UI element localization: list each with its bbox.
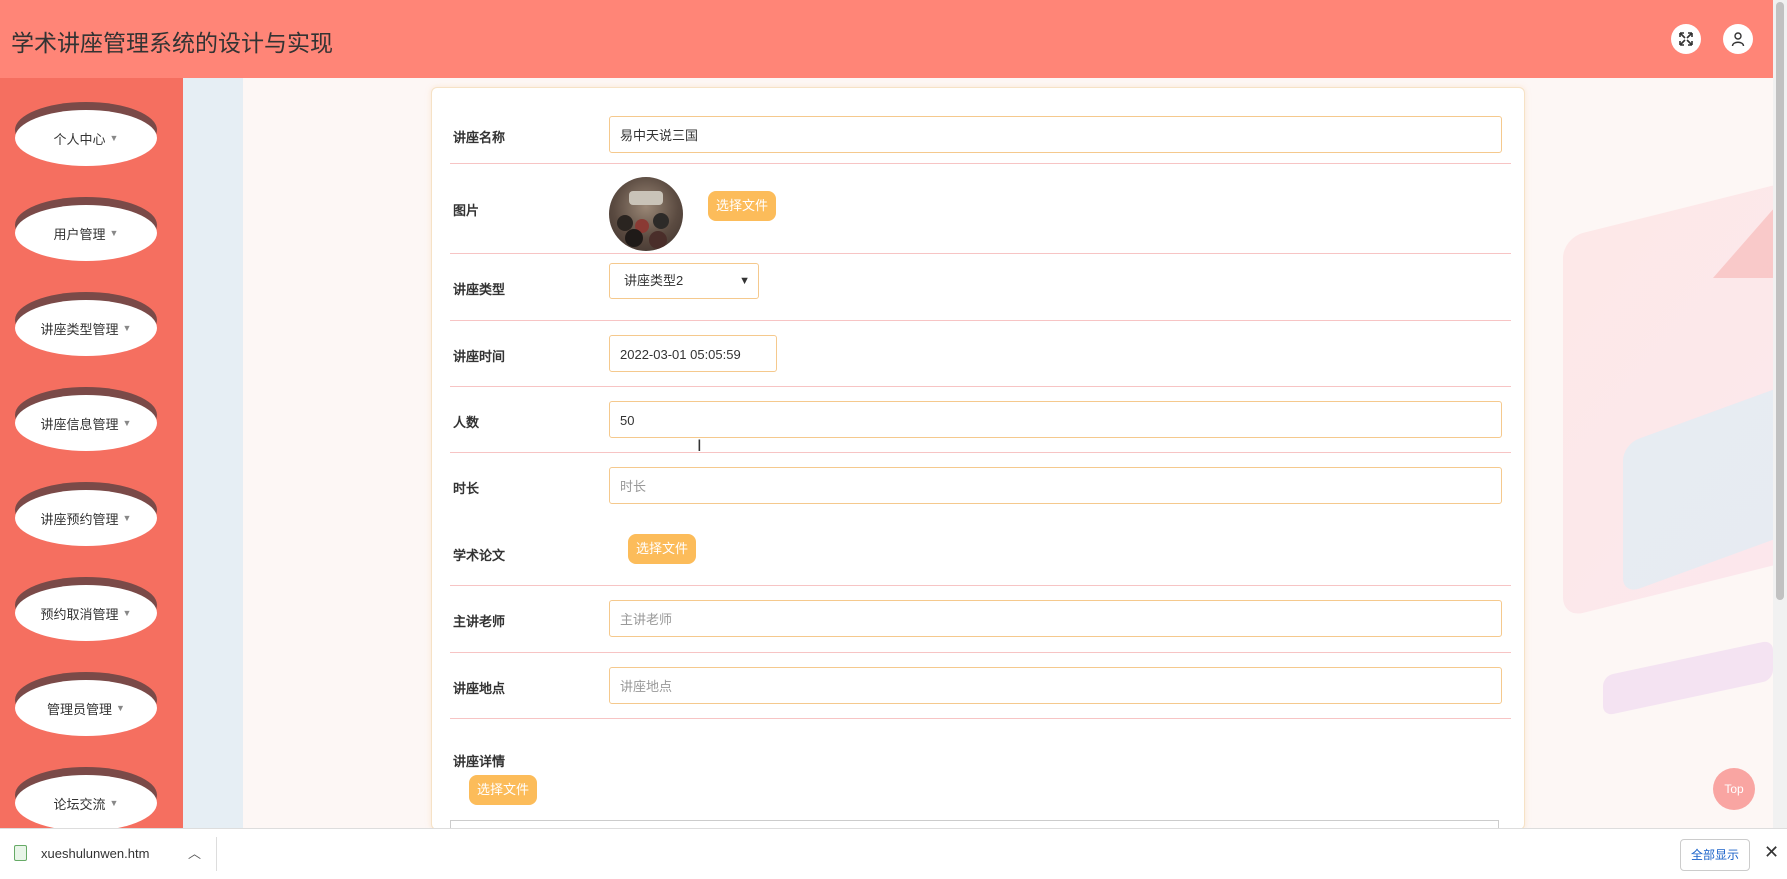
sidebar-item-label: 论坛交流 bbox=[53, 796, 106, 812]
sidebar-item-label: 讲座类型管理 bbox=[40, 321, 119, 337]
caret-down-icon: ▼ bbox=[109, 228, 119, 238]
form-row-detail: 讲座详情 选择文件 bbox=[450, 718, 1511, 829]
fullscreen-button[interactable] bbox=[1671, 24, 1701, 54]
field-label: 讲座类型 bbox=[453, 282, 506, 297]
sidebar-item-label: 讲座预约管理 bbox=[40, 511, 119, 527]
scrollbar-thumb[interactable] bbox=[1776, 2, 1784, 600]
sidebar-item-lecture-type-management[interactable]: 讲座类型管理 ▼ bbox=[15, 292, 157, 358]
divider bbox=[216, 837, 217, 871]
user-icon bbox=[1731, 32, 1745, 47]
form-row-paper: 学术论文 选择文件 bbox=[450, 519, 1511, 586]
form-row-teacher: 主讲老师 主讲老师 bbox=[450, 585, 1511, 653]
back-to-top-button[interactable]: Top bbox=[1713, 768, 1755, 810]
page-scrollbar[interactable] bbox=[1773, 0, 1787, 828]
form-row-count: 人数 50 bbox=[450, 386, 1511, 453]
lecture-image-thumbnail bbox=[609, 177, 683, 251]
show-all-downloads-button[interactable]: 全部显示 bbox=[1680, 839, 1751, 871]
form-row-image: 图片 选择文件 bbox=[450, 163, 1511, 254]
file-icon bbox=[14, 845, 27, 861]
sidebar-item-label: 管理员管理 bbox=[47, 701, 113, 717]
detail-choose-file-button[interactable]: 选择文件 bbox=[469, 775, 538, 805]
field-label: 人数 bbox=[453, 415, 480, 430]
caret-down-icon: ▼ bbox=[109, 133, 119, 143]
sidebar-item-lecture-info-management[interactable]: 讲座信息管理 ▼ bbox=[15, 387, 157, 453]
image-choose-file-button[interactable]: 选择文件 bbox=[708, 191, 777, 221]
lecture-edit-form: 讲座名称 易中天说三国 图片 选择文件 讲座类型 讲座类型2 ▼ 讲座时间 20… bbox=[431, 87, 1525, 830]
field-label: 时长 bbox=[453, 481, 480, 496]
chevron-down-icon: ▼ bbox=[739, 275, 750, 287]
lecture-name-input[interactable]: 易中天说三国 bbox=[609, 116, 1502, 153]
form-row-duration: 时长 时长 bbox=[450, 452, 1511, 519]
lecture-type-selected-value: 讲座类型2 bbox=[624, 273, 684, 288]
sidebar-item-lecture-booking-management[interactable]: 讲座预约管理 ▼ bbox=[15, 482, 157, 548]
sidebar-item-label: 用户管理 bbox=[53, 226, 106, 242]
form-row-name: 讲座名称 易中天说三国 bbox=[450, 88, 1511, 164]
field-label: 讲座详情 bbox=[453, 754, 506, 769]
download-filename: xueshulunwen.htm bbox=[41, 845, 150, 861]
top-header: 学术讲座管理系统的设计与实现 bbox=[0, 0, 1773, 78]
place-input[interactable]: 讲座地点 bbox=[609, 667, 1502, 704]
download-bar: xueshulunwen.htm ︿ 全部显示 ✕ bbox=[0, 828, 1787, 879]
background-decoration bbox=[1713, 198, 1773, 278]
text-cursor-icon: Ⅰ bbox=[697, 438, 702, 455]
lecture-time-input[interactable]: 2022-03-01 05:05:59 bbox=[609, 335, 777, 372]
field-label: 讲座时间 bbox=[453, 349, 506, 364]
duration-input[interactable]: 时长 bbox=[609, 467, 1502, 504]
caret-down-icon: ▼ bbox=[109, 798, 119, 808]
sidebar-item-label: 个人中心 bbox=[53, 131, 106, 147]
lecture-type-select[interactable]: 讲座类型2 ▼ bbox=[609, 263, 759, 299]
teacher-input[interactable]: 主讲老师 bbox=[609, 600, 1502, 637]
download-item[interactable]: xueshulunwen.htm bbox=[14, 845, 149, 861]
field-label: 图片 bbox=[453, 203, 480, 218]
background-decoration bbox=[183, 78, 243, 828]
paper-choose-file-button[interactable]: 选择文件 bbox=[628, 534, 697, 564]
caret-down-icon: ▼ bbox=[122, 513, 132, 523]
sidebar-item-personal-center[interactable]: 个人中心 ▼ bbox=[15, 102, 157, 168]
sidebar-item-admin-management[interactable]: 管理员管理 ▼ bbox=[15, 672, 157, 738]
sidebar-item-booking-cancel-management[interactable]: 预约取消管理 ▼ bbox=[15, 577, 157, 643]
caret-down-icon: ▼ bbox=[122, 608, 132, 618]
chevron-up-icon[interactable]: ︿ bbox=[188, 843, 201, 862]
sidebar-item-forum[interactable]: 论坛交流 ▼ bbox=[15, 767, 157, 828]
form-row-time: 讲座时间 2022-03-01 05:05:59 bbox=[450, 320, 1511, 387]
sidebar-item-user-management[interactable]: 用户管理 ▼ bbox=[15, 197, 157, 263]
sidebar: 个人中心 ▼ 用户管理 ▼ 讲座类型管理 ▼ 讲座信息管理 ▼ 讲座预约管理 ▼ 预约取消… bbox=[0, 78, 183, 828]
field-label: 学术论文 bbox=[453, 548, 506, 563]
field-label: 主讲老师 bbox=[453, 614, 506, 629]
caret-down-icon: ▼ bbox=[122, 418, 132, 428]
field-label: 讲座名称 bbox=[453, 130, 506, 145]
user-button[interactable] bbox=[1723, 24, 1753, 54]
attendee-count-input[interactable]: 50 bbox=[609, 401, 1502, 438]
app-title: 学术讲座管理系统的设计与实现 bbox=[11, 30, 333, 56]
sidebar-item-label: 预约取消管理 bbox=[40, 606, 119, 622]
form-row-type: 讲座类型 讲座类型2 ▼ bbox=[450, 253, 1511, 321]
fullscreen-icon bbox=[1679, 32, 1693, 46]
caret-down-icon: ▼ bbox=[116, 703, 125, 713]
field-label: 讲座地点 bbox=[453, 681, 506, 696]
background-decoration bbox=[1603, 639, 1773, 717]
close-icon[interactable]: ✕ bbox=[1764, 842, 1779, 863]
caret-down-icon: ▼ bbox=[122, 323, 132, 333]
sidebar-item-label: 讲座信息管理 bbox=[40, 416, 119, 432]
form-row-place: 讲座地点 讲座地点 bbox=[450, 652, 1511, 719]
